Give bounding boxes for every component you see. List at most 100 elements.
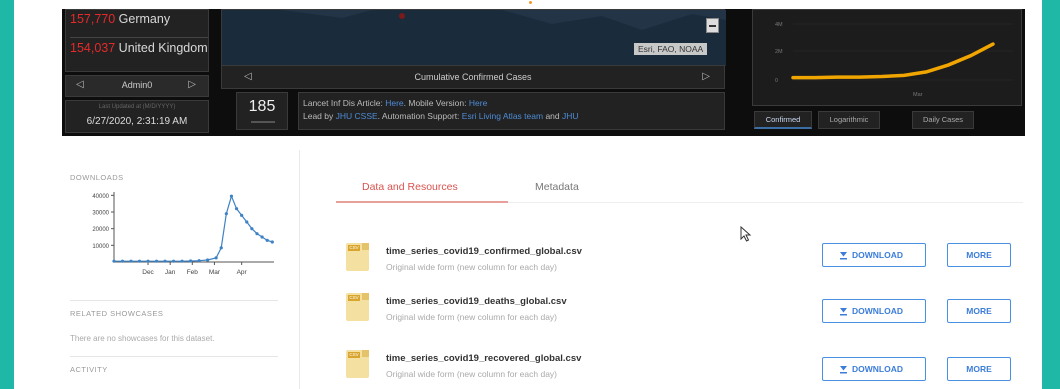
y-tick-label: 40000: [92, 194, 109, 200]
downloads-point: [214, 256, 218, 260]
info-line-1: Lancet Inf Dis Article: Here. Mobile Ver…: [303, 98, 487, 108]
downloads-point: [120, 259, 125, 263]
article-link[interactable]: Here: [385, 98, 403, 108]
download-label: DOWNLOAD: [852, 364, 903, 374]
downloads-point: [219, 246, 223, 250]
downloads-point: [154, 259, 159, 263]
jhu-link[interactable]: JHU: [562, 111, 579, 121]
country-row[interactable]: 157,770 Germany: [70, 11, 170, 28]
info-box: Lancet Inf Dis Article: Here. Mobile Ver…: [298, 92, 725, 130]
map-credit: Esri, FAO, NOAA: [634, 43, 708, 55]
page-fold: [362, 350, 369, 357]
chart-tick-label: 2M: [775, 49, 783, 55]
downloads-point: [250, 227, 254, 231]
downloads-point: [240, 213, 244, 217]
chart-x-label: Mar: [913, 92, 923, 98]
map-graphic: [222, 10, 726, 66]
downloads-chart: 40000 30000 20000 10000 Dec Jan Feb Mar Apr: [92, 192, 274, 276]
cases-chart: 4M 2M 0 Mar: [753, 10, 1021, 105]
chart-tab-confirmed[interactable]: Confirmed: [754, 111, 812, 129]
admin-selector: ◁ Admin0 ▷: [65, 75, 209, 97]
downloads-point: [260, 235, 264, 239]
y-tick-label: 30000: [92, 211, 109, 217]
downloads-point: [163, 259, 167, 263]
downloads-point: [129, 259, 133, 263]
page-fold: [362, 243, 369, 250]
downloads-point: [245, 220, 249, 224]
more-button[interactable]: MORE: [947, 299, 1011, 323]
last-updated-value: 6/27/2020, 2:31:19 AM: [86, 116, 188, 127]
downloads-point: [188, 259, 193, 263]
related-showcases-empty: There are no showcases for this dataset.: [70, 334, 215, 343]
downloads-point: [171, 259, 176, 263]
zoom-out-button[interactable]: [706, 18, 719, 33]
x-tick-label: Mar: [209, 269, 221, 276]
next-arrow-icon[interactable]: ▷: [188, 79, 196, 90]
downloads-point: [146, 259, 150, 263]
chart-tick-label: 0: [775, 78, 778, 84]
last-updated-box: Last Updated at (M/D/YYYY) 6/27/2020, 2:…: [65, 100, 209, 133]
country-row[interactable]: 154,037 United Kingdom: [70, 37, 208, 57]
resource-description: Original wide form (new column for each …: [386, 369, 558, 379]
downloads-line: [114, 194, 273, 262]
resource-title[interactable]: time_series_covid19_recovered_global.csv: [386, 353, 581, 364]
info-text: Lead by: [303, 111, 334, 121]
info-text: . Mobile Version:: [403, 98, 467, 108]
downloads-point: [255, 232, 259, 236]
info-text: . Automation Support:: [377, 111, 460, 121]
downloads-point: [229, 194, 234, 198]
download-button[interactable]: DOWNLOAD: [822, 357, 926, 381]
resource-item: CSV time_series_covid19_deaths_global.cs…: [334, 293, 1024, 333]
underline: [251, 121, 275, 123]
x-tick-label: Dec: [142, 269, 154, 276]
downloads-point: [224, 212, 228, 216]
country-count: 154,037: [70, 41, 116, 55]
mobile-link[interactable]: Here: [469, 98, 487, 108]
download-label: DOWNLOAD: [852, 306, 903, 316]
activity-heading: ACTIVITY: [70, 365, 108, 374]
esri-team-link[interactable]: Esri Living Atlas team: [462, 111, 543, 121]
country-count-value: 185: [248, 98, 276, 115]
chart-tab-daily-cases[interactable]: Daily Cases: [912, 111, 974, 129]
tab-metadata[interactable]: Metadata: [535, 181, 579, 193]
downloads-point: [206, 258, 210, 262]
csv-file-icon: CSV: [346, 350, 369, 378]
active-tab-indicator: [336, 201, 508, 203]
page: 157,770 Germany 154,037 United Kingdom ◁…: [14, 0, 1042, 389]
resource-item: CSV time_series_covid19_confirmed_global…: [334, 243, 1024, 283]
download-button[interactable]: DOWNLOAD: [822, 243, 926, 267]
next-arrow-icon[interactable]: ▷: [702, 71, 710, 82]
divider: [70, 356, 278, 357]
x-tick-label: Apr: [237, 269, 248, 276]
resource-description: Original wide form (new column for each …: [386, 262, 558, 272]
x-tick-label: Jan: [165, 269, 176, 276]
jhu-csse-link[interactable]: JHU CSSE: [336, 111, 378, 121]
resource-title[interactable]: time_series_covid19_deaths_global.csv: [386, 296, 567, 307]
download-icon: [840, 252, 847, 260]
resource-title[interactable]: time_series_covid19_confirmed_global.csv: [386, 246, 582, 257]
info-text: Lancet Inf Dis Article:: [303, 98, 383, 108]
downloads-point: [112, 259, 116, 263]
country-count-box: 185: [236, 92, 288, 130]
more-button[interactable]: MORE: [947, 243, 1011, 267]
tab-divider: [508, 202, 1023, 203]
country-name: United Kingdom: [118, 41, 208, 55]
downloads-point: [265, 238, 269, 242]
csv-file-icon: CSV: [346, 243, 369, 271]
y-tick-label: 20000: [92, 227, 109, 233]
downloads-point: [180, 259, 184, 263]
country-list-panel: 157,770 Germany 154,037 United Kingdom: [65, 9, 209, 72]
divider: [70, 300, 278, 301]
download-button[interactable]: DOWNLOAD: [822, 299, 926, 323]
map-caption-bar: ◁ Cumulative Confirmed Cases ▷: [221, 65, 725, 89]
downloads-point: [197, 259, 201, 263]
tab-data-and-resources[interactable]: Data and Resources: [362, 181, 458, 193]
more-button[interactable]: MORE: [947, 357, 1011, 381]
page-fold: [362, 293, 369, 300]
resource-item: CSV time_series_covid19_recovered_global…: [334, 350, 1024, 389]
downloads-point: [234, 207, 239, 211]
chart-tab-logarithmic[interactable]: Logarithmic: [818, 111, 880, 129]
chart-tabs: Confirmed Logarithmic Daily Cases: [752, 111, 1022, 131]
downloads-heading: DOWNLOADS: [70, 173, 124, 182]
info-line-2: Lead by JHU CSSE. Automation Support: Es…: [303, 111, 579, 121]
